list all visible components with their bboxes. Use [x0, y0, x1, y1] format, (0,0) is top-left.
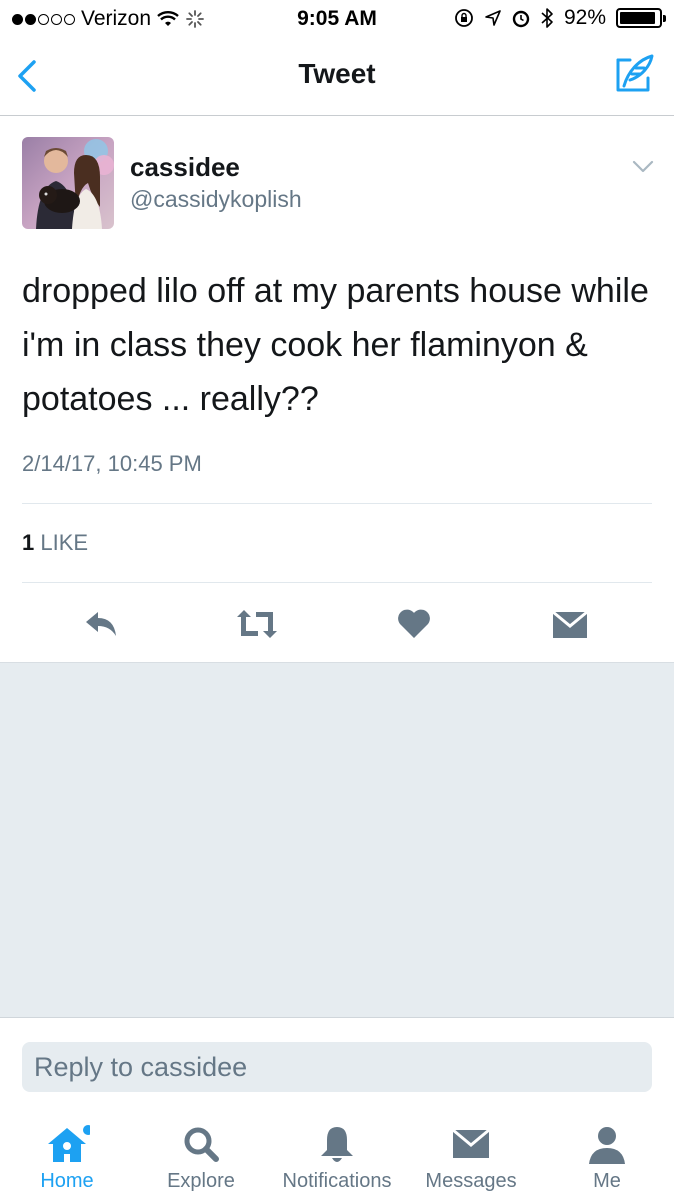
- battery-level-fill: [620, 12, 655, 24]
- battery-percent: 92%: [563, 6, 606, 29]
- envelope-icon: [452, 1128, 490, 1158]
- search-icon: [184, 1127, 219, 1162]
- tweet-actions: [0, 604, 674, 644]
- tab-label: Messages: [425, 1170, 517, 1192]
- user-handle[interactable]: @cassidykoplish: [130, 186, 302, 213]
- tab-explore[interactable]: Explore: [134, 1106, 268, 1200]
- retweet-icon: [237, 610, 277, 638]
- rotation-lock-icon: [455, 9, 473, 27]
- direct-message-button[interactable]: [550, 604, 590, 644]
- bell-icon: [321, 1127, 353, 1162]
- profile-photo: [22, 137, 114, 229]
- tweet-text: dropped lilo off at my parents house whi…: [22, 272, 649, 418]
- nav-bar: Tweet: [0, 38, 674, 116]
- home-icon: [48, 1125, 90, 1162]
- tab-label: Notifications: [282, 1170, 392, 1192]
- compose-feather-icon: [616, 54, 654, 92]
- like-button[interactable]: [394, 604, 434, 644]
- tweet-timestamp: 2/14/17, 10:45 PM: [22, 451, 202, 476]
- tab-home[interactable]: Home: [0, 1106, 134, 1200]
- status-right: 92%: [454, 6, 666, 30]
- tweet-options-button[interactable]: [632, 160, 654, 174]
- likes-label: LIKE: [40, 530, 89, 555]
- bluetooth-icon: [541, 8, 553, 28]
- tweet-detail: cassidee @cassidykoplish dropped lilo of…: [0, 116, 674, 662]
- divider: [22, 582, 652, 583]
- compose-tweet-button[interactable]: [612, 52, 656, 96]
- location-icon: [485, 10, 501, 26]
- likes-row[interactable]: 1 LIKE: [22, 530, 88, 556]
- divider: [22, 503, 652, 504]
- empty-replies-area: [0, 662, 674, 1018]
- tab-label: Explore: [167, 1170, 235, 1192]
- likes-count: 1: [22, 530, 35, 555]
- status-bar: Verizon 9:05 AM 92%: [0, 0, 674, 38]
- alarm-icon: [512, 10, 530, 28]
- avatar[interactable]: [22, 137, 114, 229]
- heart-icon: [398, 609, 430, 638]
- tab-messages[interactable]: Messages: [404, 1106, 538, 1200]
- tab-label: Me: [593, 1170, 621, 1192]
- reply-input[interactable]: Reply to cassidee: [22, 1042, 652, 1092]
- tweet-detail-screen: Verizon 9:05 AM 92% Tweet cassidee @cass…: [0, 0, 674, 1200]
- tab-label: Home: [40, 1170, 94, 1192]
- person-icon: [589, 1127, 625, 1164]
- battery-icon: [616, 8, 666, 28]
- reply-icon: [86, 612, 116, 636]
- display-name[interactable]: cassidee: [130, 152, 240, 183]
- tab-bar: Home Explore Notifications Messages Me: [0, 1106, 674, 1200]
- envelope-icon: [552, 610, 588, 638]
- chevron-down-icon: [632, 160, 654, 173]
- tab-notifications[interactable]: Notifications: [270, 1106, 404, 1200]
- reply-bar: Reply to cassidee: [0, 1018, 674, 1106]
- page-title: Tweet: [298, 58, 376, 89]
- retweet-button[interactable]: [236, 604, 277, 644]
- tab-me[interactable]: Me: [540, 1106, 674, 1200]
- reply-button[interactable]: [82, 604, 122, 644]
